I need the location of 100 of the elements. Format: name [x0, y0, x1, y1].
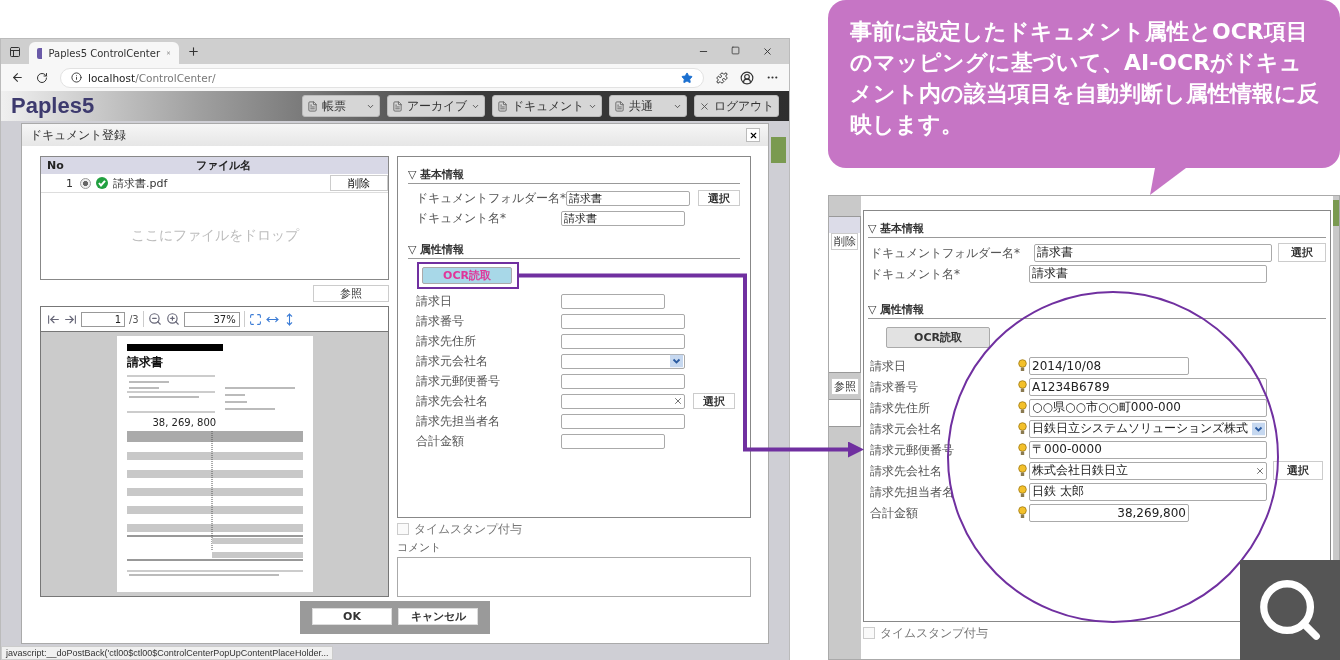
invoice-amount: 38, 269, 800: [151, 417, 218, 428]
browser-tab[interactable]: Paples5 ControlCenter: [29, 42, 179, 64]
section-heading: ▽ 属性情報: [408, 242, 740, 259]
menu-button[interactable]: ログアウト: [694, 95, 779, 117]
close-button[interactable]: [746, 128, 760, 142]
profile-icon[interactable]: [740, 70, 754, 85]
input-field[interactable]: [561, 313, 685, 329]
info-icon[interactable]: [71, 72, 82, 83]
page-field[interactable]: 1: [81, 311, 125, 327]
section-heading: ▽ 基本情報: [868, 221, 1326, 238]
field-label: 請求先会社名: [870, 463, 943, 478]
back-icon[interactable]: [11, 71, 24, 84]
column-header: ファイル名: [195, 158, 252, 173]
close-icon: [748, 130, 758, 140]
input-field[interactable]: [561, 333, 685, 349]
field-label: 請求先住所: [870, 400, 931, 415]
input-field[interactable]: [561, 413, 685, 429]
menu-button[interactable]: ドキュメント: [492, 95, 602, 117]
checkbox[interactable]: [863, 627, 875, 639]
input-field[interactable]: 日鉄 太郎: [1029, 482, 1267, 501]
field-label: 請求先担当者名: [416, 414, 501, 428]
next-page-icon[interactable]: [64, 312, 77, 326]
field-label: 合計金額: [870, 505, 919, 520]
fit-page-icon[interactable]: [248, 312, 262, 326]
checkbox[interactable]: [397, 523, 409, 535]
field-label: ドキュメントフォルダー名*: [416, 191, 566, 205]
input-field[interactable]: [561, 393, 685, 409]
field-label: ドキュメント名*: [870, 266, 961, 281]
clear-icon[interactable]: [1255, 465, 1265, 476]
checkbox-label: タイムスタンプ付与: [880, 624, 988, 642]
field-label: 請求先住所: [416, 334, 477, 348]
column-header: No: [46, 159, 65, 172]
zoom-field[interactable]: 37%: [183, 311, 240, 327]
extension-icon[interactable]: [716, 71, 728, 84]
cross-icon: [699, 100, 710, 112]
table-cell-text: 請求書.pdf: [112, 175, 169, 191]
ocr-read-button[interactable]: OCR読取: [886, 327, 990, 348]
menu-button[interactable]: アーカイブ: [387, 95, 485, 117]
input-field[interactable]: A1234B6789: [1029, 377, 1267, 396]
select-button[interactable]: 選択: [693, 393, 735, 409]
app-logo: Paples5: [11, 93, 95, 119]
input-field[interactable]: [561, 433, 665, 449]
document-icon: [614, 100, 625, 112]
table-cell-text: 1: [65, 176, 74, 190]
address-field[interactable]: localhost/ControlCenter/: [60, 67, 704, 88]
app-favicon-icon: [37, 47, 43, 59]
delete-button[interactable]: 削除: [831, 233, 858, 250]
delete-button[interactable]: 削除: [330, 175, 388, 191]
comment-field[interactable]: [397, 557, 751, 597]
input-field[interactable]: [561, 293, 665, 309]
field-label: 請求元会社名: [870, 421, 943, 436]
section-heading: ▽ 属性情報: [868, 302, 1326, 319]
input-field[interactable]: 〒000-0000: [1029, 440, 1267, 459]
field-label: 請求番号: [416, 314, 465, 328]
input-field[interactable]: 請求書: [561, 210, 685, 226]
dialog-button[interactable]: キャンセル: [398, 608, 478, 625]
zoom-out-icon[interactable]: [147, 312, 162, 326]
favorite-star-icon[interactable]: [681, 71, 693, 84]
select-button[interactable]: 選択: [1277, 243, 1326, 262]
previous-page-icon[interactable]: [47, 312, 60, 326]
menu-button[interactable]: 帳票: [302, 95, 380, 117]
field-label: ドキュメントフォルダー名*: [870, 245, 1020, 260]
page-count: /3: [129, 313, 139, 325]
field-label: 請求番号: [870, 379, 919, 394]
select-button[interactable]: 選択: [1273, 461, 1323, 480]
input-field[interactable]: [561, 373, 685, 389]
document-icon: [392, 100, 403, 112]
reload-icon[interactable]: [36, 71, 48, 84]
clear-icon[interactable]: [673, 396, 683, 406]
field-label: 請求日: [870, 358, 907, 373]
dialog-button[interactable]: OK: [312, 608, 392, 625]
input-field[interactable]: 株式会社日鉄日立: [1029, 461, 1267, 480]
new-tab-icon[interactable]: [187, 45, 200, 58]
maximize-icon[interactable]: [731, 46, 740, 55]
menu-button[interactable]: 共通: [609, 95, 687, 117]
radio-button[interactable]: [79, 177, 91, 189]
field-label: ドキュメント名*: [416, 211, 507, 225]
input-field[interactable]: 2014/10/08: [1029, 356, 1189, 375]
check-icon: [96, 177, 108, 189]
select-button[interactable]: 選択: [698, 190, 740, 206]
status-bar: javascript:__doPostBack('ctl00$ctl00$ControlCenterPopUpContentPlaceHolder...: [1, 646, 334, 660]
section-heading: ▽ 基本情報: [408, 167, 740, 184]
input-field[interactable]: 請求書: [1033, 243, 1272, 262]
tab-actions-icon[interactable]: [9, 45, 21, 58]
callout-text: 事前に設定したドキュメント属性とOCR項目のマッピングに基づいて、AI-OCRがドキュメント内の該当項目を自動判断し属性情報に反映します。: [850, 18, 1320, 139]
input-field[interactable]: 請求書: [1029, 264, 1267, 283]
zoom-in-icon[interactable]: [165, 312, 180, 326]
input-field[interactable]: 請求書: [566, 190, 690, 206]
browse-button[interactable]: 参照: [313, 284, 389, 302]
field-label: 請求元郵便番号: [416, 374, 501, 388]
field-label: 請求元会社名: [416, 354, 489, 368]
select-field[interactable]: [561, 353, 685, 369]
close-icon[interactable]: [762, 46, 773, 57]
input-field[interactable]: ○○県○○市○○町000-000: [1029, 398, 1267, 417]
input-field[interactable]: 38,269,800: [1029, 503, 1189, 522]
dialog-title: ドキュメント登録: [30, 126, 126, 144]
document-icon: [307, 100, 318, 112]
browse-button[interactable]: 参照: [831, 377, 859, 395]
select-field[interactable]: 日鉄日立システムソリューションズ株式: [1029, 419, 1267, 438]
field-label: 請求先会社名: [416, 394, 489, 408]
